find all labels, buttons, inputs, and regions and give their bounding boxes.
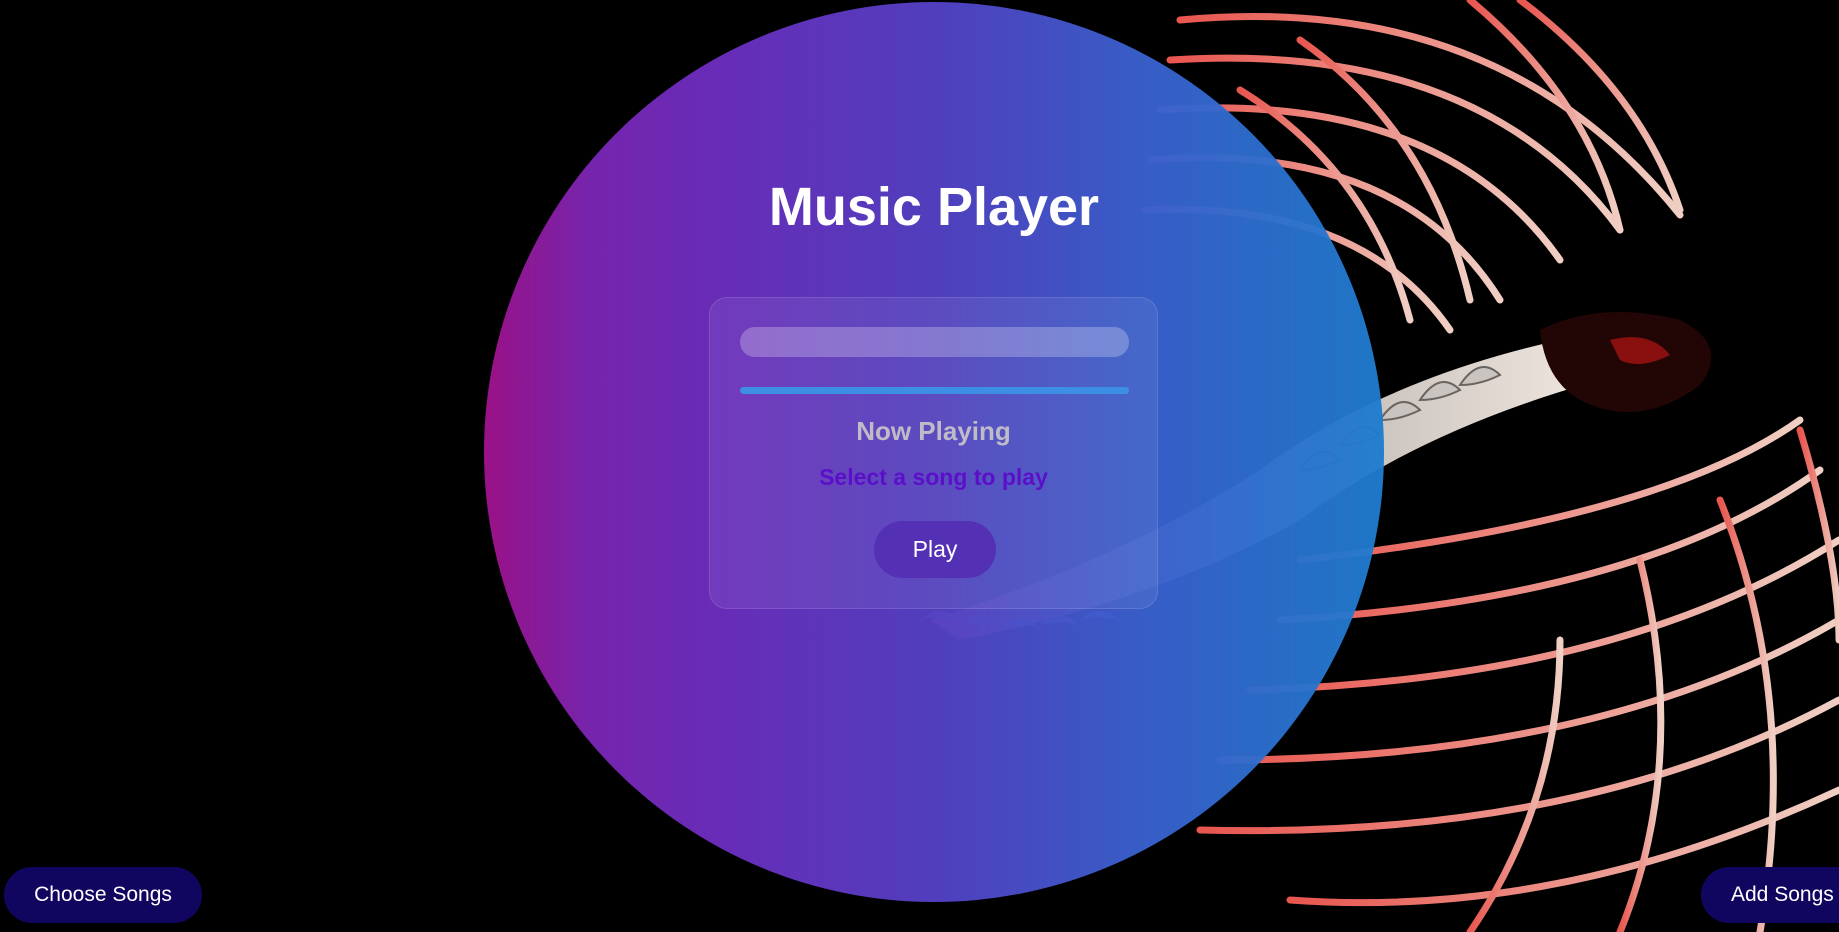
play-button[interactable]: Play (874, 521, 996, 578)
progress-fill (740, 387, 1129, 394)
choose-songs-button[interactable]: Choose Songs (4, 867, 202, 923)
search-input[interactable] (740, 327, 1129, 357)
progress-bar[interactable] (740, 387, 1129, 394)
now-playing-label: Now Playing (856, 416, 1011, 446)
app-title: Music Player (768, 177, 1100, 237)
player-card: Now Playing Select a song to play Play (709, 297, 1158, 609)
current-song-text: Select a song to play (819, 464, 1048, 490)
add-songs-button[interactable]: Add Songs (1701, 867, 1839, 923)
